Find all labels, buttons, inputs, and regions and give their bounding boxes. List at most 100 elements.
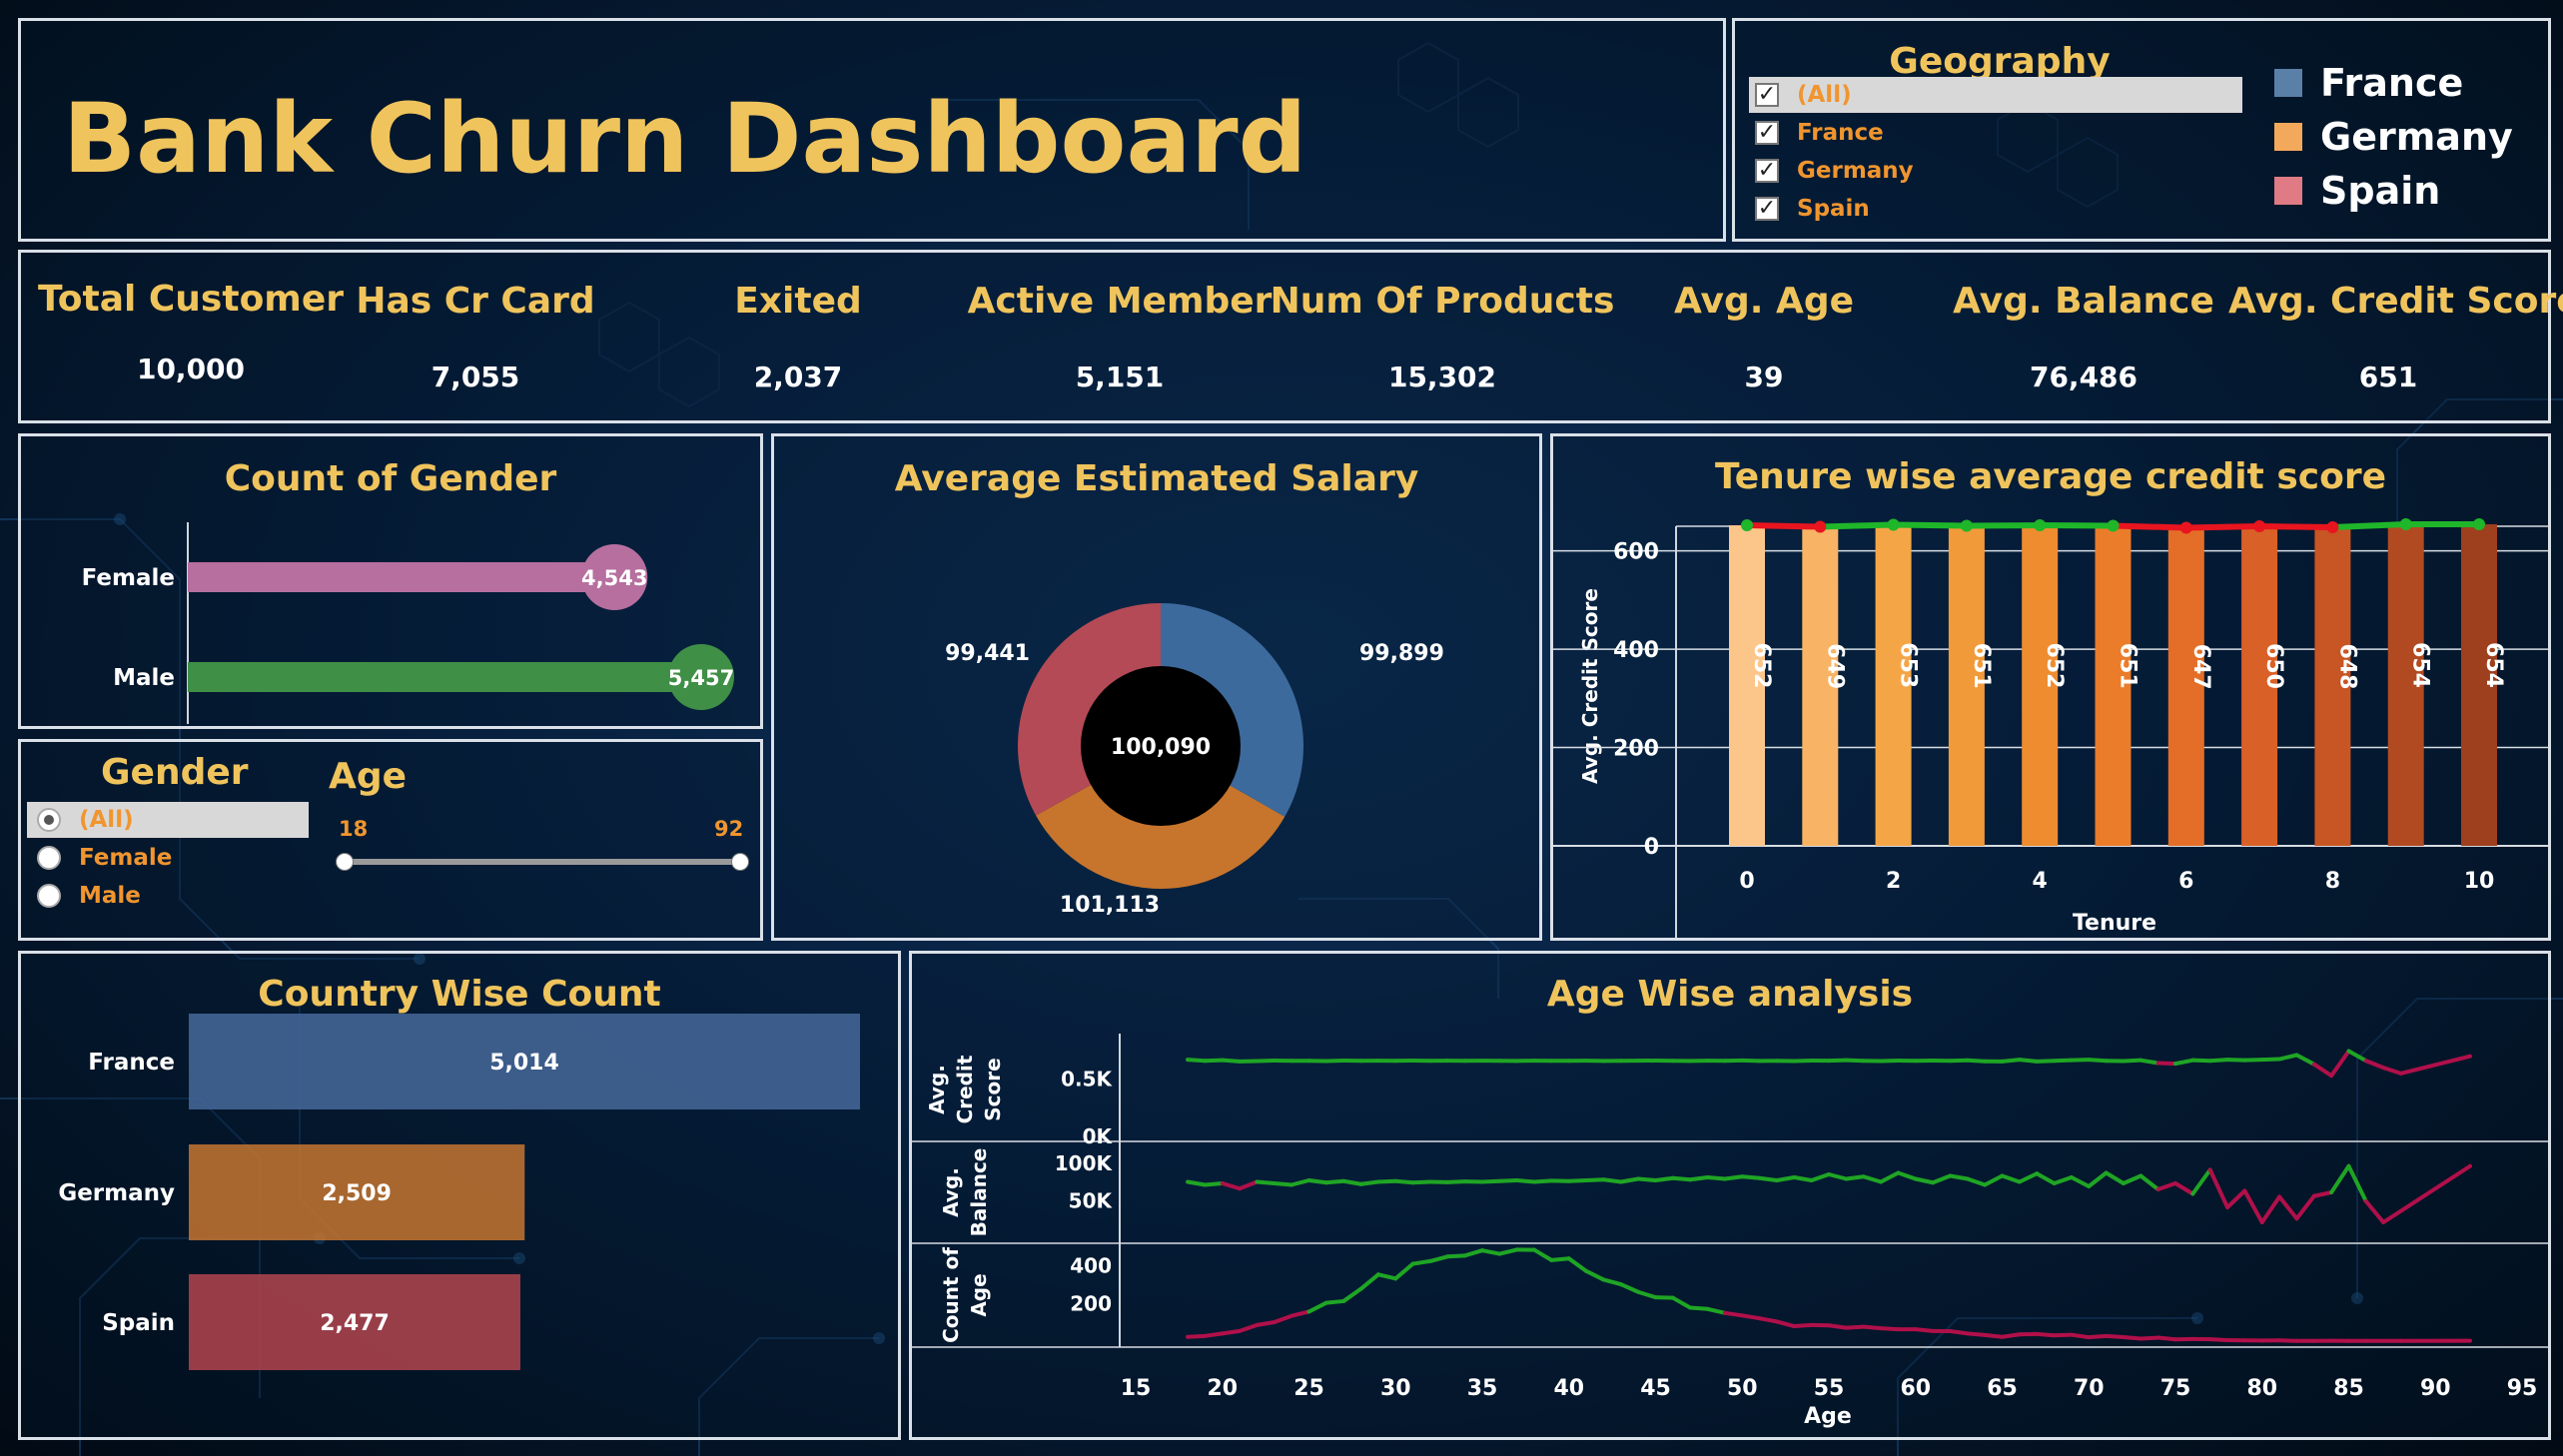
age-line-segment	[2155, 1061, 2177, 1067]
tenure-x-tick-label: 4	[2033, 869, 2048, 894]
age-line-segment	[2329, 1163, 2351, 1194]
age-line-segment	[1965, 1058, 1988, 1064]
age-line-segment	[1462, 1248, 1484, 1258]
tenure-x-tick-label: 2	[1886, 869, 1901, 894]
age-line-segment	[2017, 1058, 2040, 1064]
age-line-segment	[1670, 1175, 1693, 1182]
age-line-segment	[2173, 1181, 2195, 1196]
radio-unselected-icon[interactable]	[37, 884, 61, 908]
age-line-segment	[2104, 1170, 2126, 1185]
age-slider-min-handle[interactable]	[336, 853, 354, 871]
age-line-segment	[2207, 1337, 2230, 1343]
age-x-tick-label: 60	[1900, 1376, 1931, 1401]
age-line-segment	[1186, 1058, 1208, 1064]
kpi-label-avg-balance: Avg. Balance	[1953, 281, 2214, 322]
legend-item-france[interactable]: France	[2274, 61, 2463, 105]
salary-donut-chart: 99,899 101,113 99,441 100,090	[945, 603, 1444, 918]
age-line-segment	[1289, 1178, 1311, 1187]
age-row-axis-title: Credit	[953, 1055, 977, 1123]
age-row-axis-title: Balance	[967, 1148, 991, 1237]
checkbox-checked-icon[interactable]: ✓	[1755, 159, 1779, 183]
tenure-chart: Avg. Credit Score Tenure 0 200 400 600 0 2 4 6 8…	[1553, 518, 2548, 938]
age-line-segment	[2225, 1188, 2247, 1209]
gender-bar	[188, 562, 619, 592]
age-line-segment	[1289, 1309, 1311, 1318]
age-line-segment	[1879, 1170, 1901, 1184]
age-line-segment	[2381, 1163, 2472, 1224]
age-line-segment	[2363, 1059, 2386, 1071]
age-x-tick-label: 20	[1207, 1376, 1238, 1401]
age-line-segment	[1497, 1247, 1519, 1256]
tenure-line-segment	[1893, 521, 1967, 529]
age-line-segment	[1601, 1277, 1623, 1287]
age-x-axis-title: Age	[1804, 1404, 1852, 1429]
tenure-line-point	[1741, 519, 1753, 532]
checkbox-checked-icon[interactable]: ✓	[1755, 83, 1779, 107]
country-bar-label: 5,014	[489, 1051, 559, 1076]
age-x-tick-label: 80	[2246, 1376, 2277, 1401]
checkbox-checked-icon[interactable]: ✓	[1755, 121, 1779, 145]
age-line-segment	[1375, 1272, 1398, 1281]
age-line-segment	[1203, 1181, 1225, 1187]
kpi-value-num-of-products: 15,302	[1387, 361, 1497, 393]
age-line-segment	[1653, 1175, 1675, 1182]
age-line-segment	[2381, 1066, 2403, 1076]
gender-option-female[interactable]: Female	[37, 841, 172, 875]
tenure-y-axis-title: Avg. Credit Score	[1578, 588, 1602, 784]
age-line-segment	[1566, 1256, 1589, 1273]
tenure-bar-label: 652	[1749, 643, 1774, 689]
geography-panel: Geography ✓ (All) ✓ France ✓ Germany ✓ S…	[1732, 18, 2551, 242]
tenure-bar-label: 654	[2408, 642, 2433, 688]
legend-label: Germany	[2320, 115, 2513, 159]
age-line-segment	[2000, 1058, 2022, 1064]
age-x-tick-label: 55	[1814, 1376, 1845, 1401]
legend-item-spain[interactable]: Spain	[2274, 169, 2440, 213]
age-line-segment	[1272, 1181, 1294, 1187]
tenure-line-segment	[1746, 522, 1821, 530]
legend-item-germany[interactable]: Germany	[2274, 115, 2513, 159]
radio-unselected-icon[interactable]	[37, 846, 61, 870]
age-line-segment	[1393, 1178, 1415, 1185]
geography-option-label: Spain	[1797, 196, 1870, 222]
age-line-segment	[1844, 1324, 1866, 1330]
age-slider-track[interactable]	[346, 859, 739, 865]
gender-chart-panel: Count of Gender 4,543 Female 5,457 Male	[18, 433, 763, 729]
age-x-tick-label: 45	[1640, 1376, 1671, 1401]
gender-option-all[interactable]: (All)	[37, 803, 134, 837]
age-line-segment	[2104, 1333, 2126, 1339]
age-x-tick-label: 65	[1987, 1376, 2018, 1401]
kpi-value-total-customer: 10,000	[136, 353, 246, 385]
geography-option-germany[interactable]: ✓ Germany	[1755, 154, 1914, 188]
age-line-segment	[2052, 1175, 2074, 1185]
age-slider-max-handle[interactable]	[731, 853, 749, 871]
age-line-segment	[1410, 1179, 1432, 1185]
salary-slice-label: 99,899	[1359, 641, 1444, 666]
age-line-segment	[2225, 1058, 2247, 1063]
tenure-x-axis-title: Tenure	[2073, 911, 2156, 936]
age-x-tick-label: 90	[2420, 1376, 2451, 1401]
gender-option-label: Female	[79, 845, 173, 871]
kpi-label-has-cr-card: Has Cr Card	[356, 281, 595, 322]
age-line-segment	[1238, 1322, 1260, 1333]
age-line-segment	[1670, 1295, 1693, 1310]
kpi-value-avg-balance: 76,486	[2029, 361, 2138, 393]
tenure-line-point	[1887, 518, 1900, 531]
gender-option-label: (All)	[79, 807, 134, 833]
age-line-segment	[1186, 1333, 1208, 1339]
age-line-segment	[2173, 1058, 2195, 1067]
kpi-label-total-customer: Total Customer	[38, 279, 344, 320]
checkbox-checked-icon[interactable]: ✓	[1755, 197, 1779, 221]
kpi-value-has-cr-card: 7,055	[430, 361, 520, 393]
geography-option-spain[interactable]: ✓ Spain	[1755, 192, 1870, 226]
radio-selected-icon[interactable]	[37, 808, 61, 832]
age-line-segment	[1584, 1268, 1606, 1282]
kpi-label-num-of-products: Num Of Products	[1270, 281, 1615, 322]
geography-option-france[interactable]: ✓ France	[1755, 116, 1884, 150]
age-line-segment	[2052, 1332, 2074, 1338]
geography-option-all[interactable]: ✓ (All)	[1755, 78, 1852, 112]
tenure-line-point	[2253, 520, 2266, 532]
gender-option-male[interactable]: Male	[37, 879, 141, 913]
tenure-line-segment	[2332, 521, 2406, 530]
age-line-segment	[2190, 1058, 2212, 1064]
age-line-segment	[1445, 1253, 1467, 1259]
